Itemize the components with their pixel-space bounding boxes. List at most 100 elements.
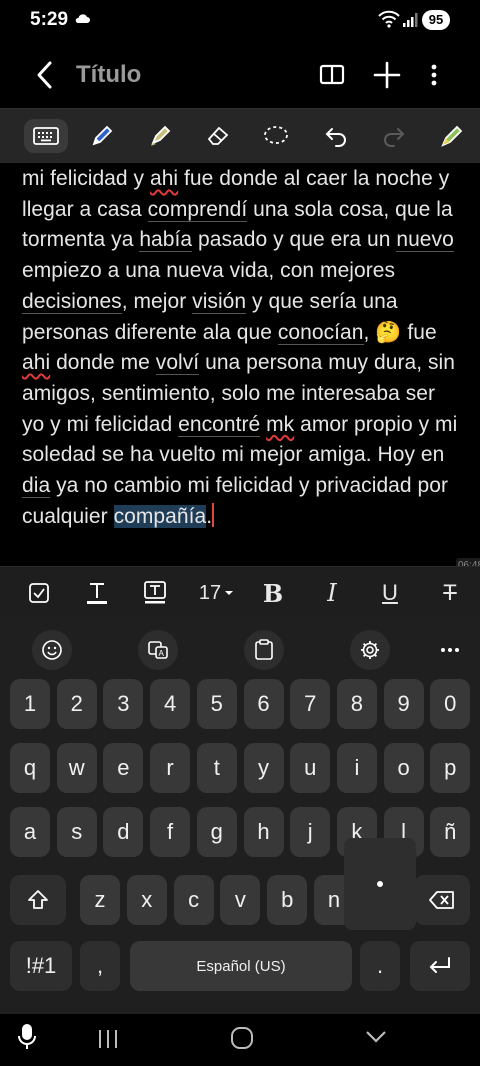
- key-6[interactable]: 6: [243, 679, 284, 729]
- bold-button[interactable]: B: [258, 575, 288, 611]
- emoji-button[interactable]: [32, 630, 72, 670]
- suggested-word[interactable]: había: [139, 228, 193, 253]
- key-z[interactable]: z: [80, 875, 120, 925]
- symbols-key[interactable]: !#1: [10, 941, 72, 991]
- suggested-word[interactable]: nuevo: [396, 228, 454, 253]
- key-8[interactable]: 8: [336, 679, 377, 729]
- key-j[interactable]: j: [290, 807, 331, 857]
- recent-apps-icon[interactable]: [96, 1028, 120, 1050]
- shift-key[interactable]: [10, 875, 66, 925]
- key-2[interactable]: 2: [56, 679, 97, 729]
- svg-text:A: A: [159, 649, 165, 658]
- key-h[interactable]: h: [243, 807, 284, 857]
- checklist-button[interactable]: [26, 575, 52, 611]
- key-g[interactable]: g: [196, 807, 237, 857]
- key-a[interactable]: a: [10, 807, 50, 857]
- key-1[interactable]: 1: [10, 679, 50, 729]
- key-v[interactable]: v: [220, 875, 261, 925]
- note-body[interactable]: mi felicidad y ahi fue donde al caer la …: [22, 138, 462, 568]
- highlighter-button[interactable]: [140, 119, 180, 153]
- suggested-word[interactable]: comprendí: [147, 197, 248, 222]
- hide-keyboard-icon[interactable]: [364, 1028, 388, 1046]
- key-i[interactable]: i: [336, 743, 377, 793]
- key-3[interactable]: 3: [103, 679, 144, 729]
- selected-word[interactable]: compañía: [113, 504, 207, 528]
- key-f[interactable]: f: [150, 807, 191, 857]
- key-y[interactable]: y: [243, 743, 284, 793]
- key-x[interactable]: x: [126, 875, 167, 925]
- eraser-icon: [207, 126, 229, 145]
- period-key[interactable]: .: [360, 941, 400, 991]
- suggested-word[interactable]: visión: [192, 289, 247, 314]
- keyboard-mode-button[interactable]: [24, 119, 68, 153]
- strikethrough-button[interactable]: T: [436, 575, 464, 611]
- suggested-word[interactable]: dia: [22, 474, 51, 499]
- undo-icon: [325, 128, 346, 147]
- note-title[interactable]: Título: [76, 61, 141, 89]
- highlighter-icon: [151, 125, 171, 146]
- shift-icon: [28, 890, 48, 909]
- key-b[interactable]: b: [267, 875, 308, 925]
- key-o[interactable]: o: [383, 743, 424, 793]
- key-u[interactable]: u: [290, 743, 331, 793]
- italic-button[interactable]: I: [320, 575, 344, 611]
- suggested-word[interactable]: encontré: [178, 412, 261, 437]
- note-text-run: ya no cambio mi felicidad y privacidad p…: [22, 474, 449, 528]
- microphone-icon[interactable]: [16, 1022, 38, 1052]
- text-color-button[interactable]: [84, 575, 110, 611]
- key-p[interactable]: p: [430, 743, 471, 793]
- enter-key[interactable]: [410, 941, 470, 991]
- key-5[interactable]: 5: [196, 679, 237, 729]
- dot-key-preview: [377, 881, 383, 887]
- comma-key[interactable]: ,: [80, 941, 120, 991]
- key-w[interactable]: w: [56, 743, 97, 793]
- key-0[interactable]: 0: [430, 679, 471, 729]
- home-icon[interactable]: [230, 1026, 254, 1050]
- pen-button[interactable]: [82, 119, 122, 153]
- underline-button[interactable]: U: [376, 575, 404, 611]
- back-arrow-icon[interactable]: [30, 58, 60, 92]
- misspelled-word[interactable]: ahi: [22, 351, 50, 374]
- misspelled-word[interactable]: ahi: [150, 167, 178, 190]
- plus-icon[interactable]: [372, 60, 402, 90]
- pen-settings-button[interactable]: [432, 119, 472, 153]
- cloud-icon: [75, 14, 90, 23]
- key-r[interactable]: r: [150, 743, 191, 793]
- status-time: 5:29: [30, 9, 69, 30]
- undo-button[interactable]: [316, 119, 356, 153]
- enter-icon: [429, 957, 450, 973]
- delete-key[interactable]: [414, 875, 470, 925]
- suggested-word[interactable]: conocían: [277, 320, 364, 345]
- key-7[interactable]: 7: [290, 679, 331, 729]
- redo-button[interactable]: [374, 119, 414, 153]
- battery-badge: 95: [422, 10, 450, 30]
- key-s[interactable]: s: [56, 807, 97, 857]
- key-9[interactable]: 9: [383, 679, 424, 729]
- space-key[interactable]: Español (US): [130, 941, 352, 991]
- note-text-run: , mejor: [121, 289, 193, 313]
- clipboard-button[interactable]: [244, 630, 284, 670]
- keyboard-settings-button[interactable]: [350, 630, 390, 670]
- key-c[interactable]: c: [173, 875, 214, 925]
- reading-mode-icon[interactable]: [318, 60, 346, 88]
- note-text[interactable]: mi felicidad y ahi fue donde al caer la …: [22, 164, 462, 532]
- keyboard-more-button[interactable]: [430, 630, 470, 670]
- misspelled-word[interactable]: mk: [266, 413, 294, 436]
- lasso-button[interactable]: [256, 119, 296, 153]
- note-text-run: pasado y que era un: [192, 228, 397, 252]
- key-q[interactable]: q: [10, 743, 50, 793]
- suggested-word[interactable]: decisiones: [22, 289, 122, 314]
- key-ñ[interactable]: ñ: [430, 807, 471, 857]
- text-background-button[interactable]: [142, 575, 168, 611]
- key-d[interactable]: d: [103, 807, 144, 857]
- key-t[interactable]: t: [196, 743, 237, 793]
- suggested-word[interactable]: volví: [155, 351, 200, 376]
- eraser-button[interactable]: [198, 119, 238, 153]
- font-size-dropdown[interactable]: 17: [196, 575, 238, 611]
- key-4[interactable]: 4: [150, 679, 191, 729]
- navigation-bar: [0, 1014, 480, 1066]
- wifi-icon: [378, 10, 400, 28]
- more-vert-icon[interactable]: [422, 60, 446, 90]
- translate-button[interactable]: A: [138, 630, 178, 670]
- key-e[interactable]: e: [103, 743, 144, 793]
